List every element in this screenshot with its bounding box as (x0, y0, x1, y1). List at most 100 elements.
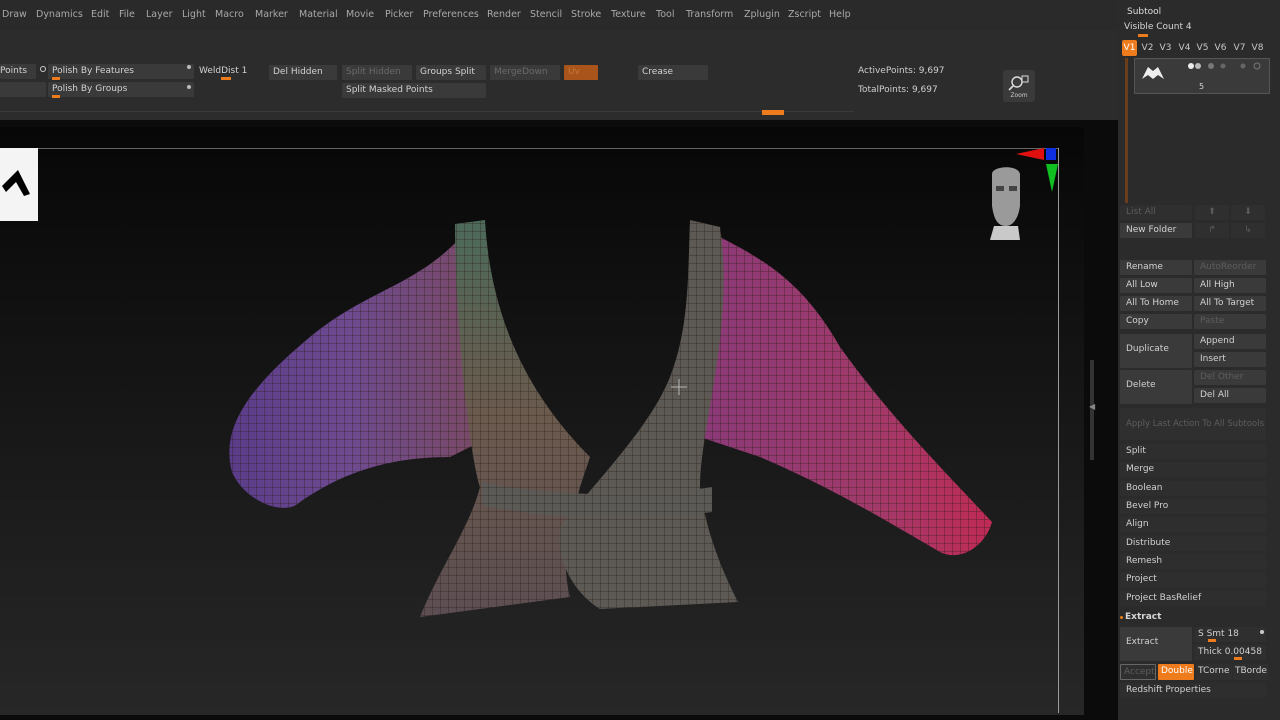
z-axis-cube-icon (1046, 148, 1056, 160)
thick-handle[interactable] (1234, 657, 1242, 660)
new-folder-button[interactable]: New Folder (1120, 223, 1192, 238)
tab-v2[interactable]: V2 (1140, 40, 1155, 56)
subtool-item[interactable]: 5 (1134, 58, 1270, 94)
all-low-button[interactable]: All Low (1120, 278, 1192, 293)
dot-icon (1260, 630, 1264, 634)
points-button[interactable]: Points (0, 64, 36, 79)
section-open-icon (1120, 616, 1123, 619)
visible-count-slider[interactable] (1138, 34, 1148, 37)
jacket-model[interactable] (0, 127, 1084, 715)
menu-draw[interactable]: Draw (2, 9, 27, 20)
distribute-section[interactable]: Distribute (1120, 536, 1266, 551)
viewport-canvas[interactable] (0, 127, 1084, 715)
remesh-section[interactable]: Remesh (1120, 554, 1266, 569)
tab-v7[interactable]: V7 (1232, 40, 1247, 56)
del-other-button[interactable]: Del Other (1194, 370, 1266, 385)
subtool-title[interactable]: Subtool (1127, 7, 1161, 17)
append-button[interactable]: Append (1194, 334, 1266, 349)
delete-button[interactable]: Delete (1120, 370, 1192, 404)
menu-picker[interactable]: Picker (385, 9, 413, 20)
subtool-scrollbar[interactable] (1125, 58, 1128, 203)
tab-v6[interactable]: V6 (1213, 40, 1228, 56)
project-section[interactable]: Project (1120, 572, 1266, 587)
bevel-pro-section[interactable]: Bevel Pro (1120, 499, 1266, 514)
menu-stroke[interactable]: Stroke (571, 9, 601, 20)
tborde-toggle[interactable]: TBorde (1233, 664, 1269, 680)
thick-slider[interactable]: Thick 0.00458 (1194, 645, 1266, 660)
double-toggle[interactable]: Double (1158, 664, 1194, 680)
radio-icon[interactable] (40, 66, 46, 72)
del-hidden-button[interactable]: Del Hidden (269, 65, 337, 80)
boolean-section[interactable]: Boolean (1120, 481, 1266, 496)
menu-stencil[interactable]: Stencil (530, 9, 562, 20)
polish-features-slider[interactable] (52, 77, 60, 80)
visible-count[interactable]: Visible Count 4 (1124, 22, 1192, 32)
polish-by-groups-button[interactable]: Polish By Groups (48, 82, 194, 97)
menu-file[interactable]: File (119, 9, 135, 20)
all-high-button[interactable]: All High (1194, 278, 1266, 293)
accept-button[interactable]: Accept (1120, 664, 1156, 680)
menu-texture[interactable]: Texture (611, 9, 646, 20)
menu-marker[interactable]: Marker (255, 9, 288, 20)
navigation-gizmo[interactable] (982, 146, 1062, 246)
merge-section[interactable]: Merge (1120, 462, 1266, 477)
menu-dynamics[interactable]: Dynamics (36, 9, 83, 20)
menu-help[interactable]: Help (829, 9, 851, 20)
rename-button[interactable]: Rename (1120, 260, 1192, 275)
polish-by-features-button[interactable]: Polish By Features (48, 64, 194, 79)
groups-split-button[interactable]: Groups Split (416, 65, 486, 80)
menu-tool[interactable]: Tool (656, 9, 674, 20)
shelf-scroll-handle[interactable] (762, 110, 784, 115)
project-basrelief-section[interactable]: Project BasRelief (1120, 591, 1266, 606)
s-smt-handle[interactable] (1208, 639, 1216, 642)
collapse-arrow-icon[interactable]: ◀ (1089, 402, 1095, 411)
menu-render[interactable]: Render (487, 9, 521, 20)
extract-button[interactable]: Extract (1120, 627, 1192, 661)
crease-button[interactable]: Crease (638, 65, 708, 80)
align-section[interactable]: Align (1120, 517, 1266, 532)
menu-preferences[interactable]: Preferences (423, 9, 479, 20)
polish-groups-slider[interactable] (52, 95, 60, 98)
tab-v1[interactable]: V1 (1122, 40, 1137, 56)
all-to-target-button[interactable]: All To Target (1194, 296, 1266, 311)
apply-last-action-button[interactable]: Apply Last Action To All Subtools (1120, 408, 1266, 440)
menu-light[interactable]: Light (182, 9, 206, 20)
arrow-icon[interactable]: ↳ (1231, 223, 1265, 238)
tab-v4[interactable]: V4 (1177, 40, 1192, 56)
menu-macro[interactable]: Macro (215, 9, 244, 20)
redshift-properties-section[interactable]: Redshift Properties (1120, 683, 1266, 698)
menu-transform[interactable]: Transform (686, 9, 733, 20)
split-hidden-button[interactable]: Split Hidden (342, 65, 412, 80)
move-down-icon[interactable]: ⬇ (1231, 205, 1265, 220)
paste-button[interactable]: Paste (1194, 314, 1266, 329)
menu-edit[interactable]: Edit (91, 9, 109, 20)
duplicate-button[interactable]: Duplicate (1120, 334, 1192, 368)
list-all-button[interactable]: List All (1120, 205, 1192, 220)
subtool-toggle-icons[interactable] (1179, 61, 1269, 71)
merge-down-button[interactable]: MergeDown (490, 65, 560, 80)
del-all-button[interactable]: Del All (1194, 388, 1266, 403)
weld-dist-handle[interactable] (221, 77, 231, 80)
tab-v8[interactable]: V8 (1250, 40, 1265, 56)
s-smt-slider[interactable]: S Smt 18 (1194, 627, 1266, 642)
split-section[interactable]: Split (1120, 444, 1266, 459)
menu-zplugin[interactable]: Zplugin (744, 9, 780, 20)
all-to-home-button[interactable]: All To Home (1120, 296, 1192, 311)
insert-button[interactable]: Insert (1194, 352, 1266, 367)
menu-movie[interactable]: Movie (346, 9, 374, 20)
move-up-icon[interactable]: ⬆ (1195, 205, 1229, 220)
menu-layer[interactable]: Layer (146, 9, 173, 20)
arrow-icon[interactable]: ↱ (1195, 223, 1229, 238)
tab-v5[interactable]: V5 (1195, 40, 1210, 56)
tcorne-toggle[interactable]: TCorne (1196, 664, 1232, 680)
split-masked-points-button[interactable]: Split Masked Points (342, 83, 486, 98)
uv-button[interactable]: Uv (564, 65, 598, 80)
blank-button[interactable] (0, 82, 46, 97)
copy-button[interactable]: Copy (1120, 314, 1192, 329)
extract-section-header[interactable]: Extract (1125, 612, 1161, 622)
zoom-button[interactable]: Zoom (1003, 70, 1035, 102)
tab-v3[interactable]: V3 (1158, 40, 1173, 56)
menu-material[interactable]: Material (299, 9, 338, 20)
menu-zscript[interactable]: Zscript (788, 9, 821, 20)
auto-reorder-button[interactable]: AutoReorder (1194, 260, 1266, 275)
